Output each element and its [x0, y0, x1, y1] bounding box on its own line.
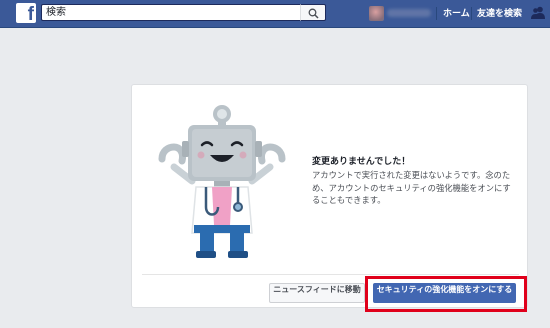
profile-avatar[interactable]: [369, 6, 384, 21]
top-navigation-bar: f ホーム 友達を検索: [0, 0, 550, 28]
nav-home-link[interactable]: ホーム: [443, 6, 470, 21]
logo-letter: f: [27, 4, 34, 23]
message-body: アカウントで実行された変更はないようです。念のため、アカウントのセキュリティの強…: [312, 170, 511, 205]
no-changes-card: 変更ありませんでした！ アカウントで実行された変更はないようです。念のため、アカ…: [131, 84, 528, 308]
go-to-news-feed-button[interactable]: ニュースフィードに移動: [269, 283, 365, 303]
facebook-logo-icon[interactable]: f: [16, 3, 36, 23]
friend-requests-icon[interactable]: [531, 6, 545, 19]
footer-divider: [142, 274, 519, 275]
highlight-annotation-box: [365, 276, 527, 312]
search-icon: [308, 8, 319, 19]
robot-doctor-illustration: [158, 105, 286, 258]
nav-divider: [471, 7, 472, 20]
search-input[interactable]: [41, 4, 300, 21]
nav-divider: [436, 7, 437, 20]
nav-find-friends-link[interactable]: 友達を検索: [477, 6, 522, 21]
search-button[interactable]: [300, 4, 326, 21]
message-title: 変更ありませんでした！: [312, 157, 411, 167]
profile-name-blurred[interactable]: [387, 9, 431, 17]
